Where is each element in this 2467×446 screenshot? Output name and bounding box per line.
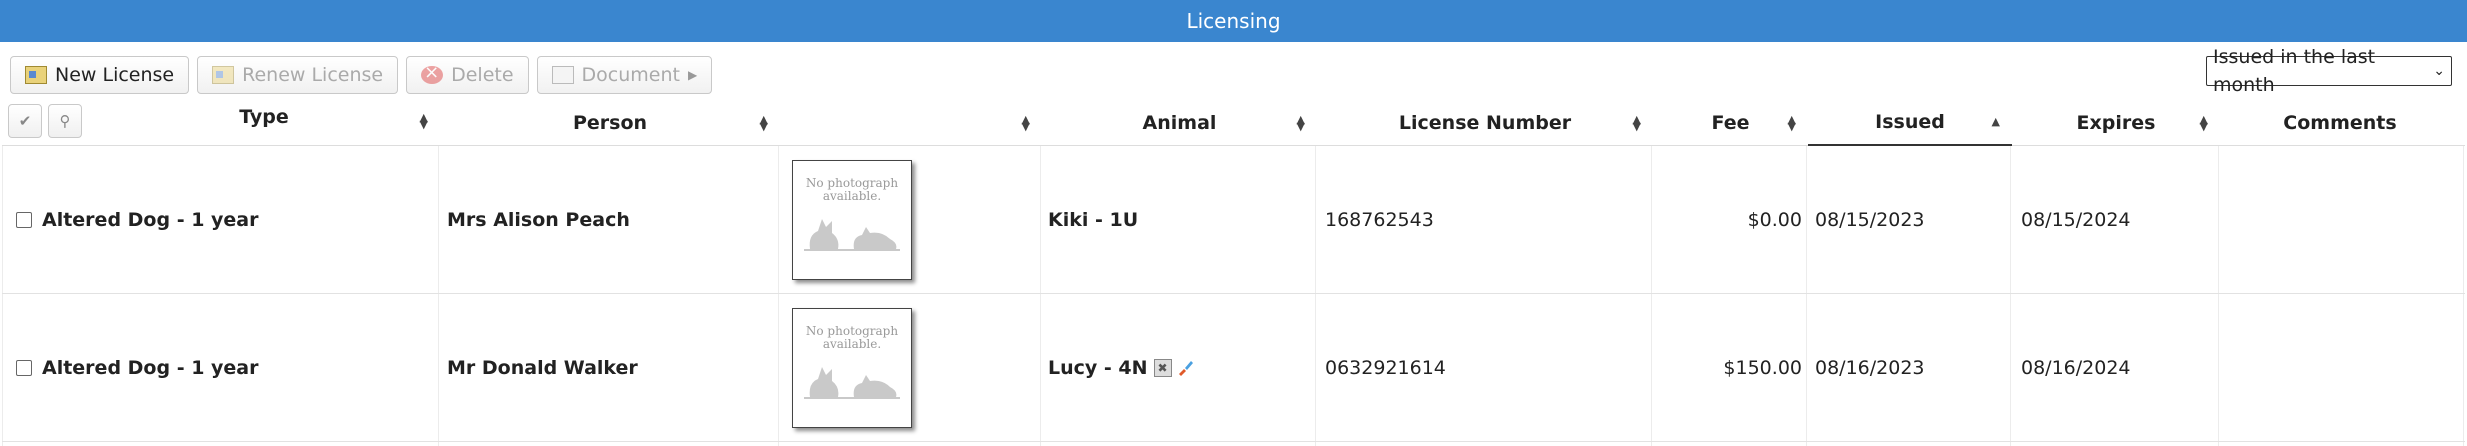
column-license-number-label: License Number xyxy=(1398,112,1572,134)
column-type-label: Type xyxy=(239,106,289,128)
expires-cell: 08/15/2024 xyxy=(2021,208,2131,231)
no-photo-line2: available. xyxy=(822,188,882,203)
issued-cell: 08/16/2023 xyxy=(1815,356,1925,379)
type-cell: Altered Dog - 1 year xyxy=(16,146,259,293)
animal-value: Kiki - 1U xyxy=(1048,208,1139,231)
animal-cell[interactable]: Kiki - 1U xyxy=(1048,146,1138,293)
delete-button[interactable]: Delete xyxy=(406,56,529,94)
column-animal-label: Animal xyxy=(1142,112,1217,134)
license-icon xyxy=(212,66,235,84)
license-number-cell: 0632921614 xyxy=(1325,356,1446,379)
toolbar: New License Renew License Delete Documen… xyxy=(10,56,713,94)
table-row[interactable]: Altered Dog - 1 year Mrs Alison Peach No… xyxy=(2,146,2465,294)
search-button[interactable]: ⚲ xyxy=(48,104,82,138)
column-comments-label: Comments xyxy=(2283,112,2397,134)
row-checkbox[interactable] xyxy=(16,211,32,228)
sort-icon: ▲ ▼ xyxy=(1787,113,1796,133)
sort-icon: ▲ ▼ xyxy=(419,111,428,131)
column-comments[interactable]: Comments xyxy=(2220,100,2460,146)
sort-ascending-icon: ▲ xyxy=(1991,115,2000,128)
animal-cell[interactable]: Lucy - 4N ✖ xyxy=(1048,294,1194,441)
photo-cell: No photograph available. xyxy=(792,146,912,293)
row-checkbox[interactable] xyxy=(16,359,32,376)
expires-cell: 08/16/2024 xyxy=(2021,356,2131,379)
select-all-button[interactable]: ✔ xyxy=(8,104,42,138)
document-icon xyxy=(551,66,574,84)
new-license-label: New License xyxy=(55,64,175,86)
delete-label: Delete xyxy=(451,64,514,86)
new-license-button[interactable]: New License xyxy=(10,56,190,94)
type-value: Altered Dog - 1 year xyxy=(42,356,259,379)
column-fee[interactable]: Fee ▲ ▼ xyxy=(1653,100,1808,146)
license-number-cell: 168762543 xyxy=(1325,208,1434,231)
fee-cell: $150.00 xyxy=(1723,356,1802,379)
table-row[interactable]: Altered Dog - 1 year Mr Donald Walker No… xyxy=(2,294,2465,442)
column-type[interactable]: Type ▲ ▼ xyxy=(88,100,440,146)
sort-icon: ▲ ▼ xyxy=(1021,113,1030,133)
paintbrush-icon xyxy=(1178,360,1193,376)
no-photo-line1: No photograph xyxy=(805,175,899,190)
table-header: ✔ ⚲ Type ▲ ▼ Person ▲ ▼ ▲ ▼ Animal ▲ ▼ Licen… xyxy=(2,100,2465,146)
animal-value: Lucy - 4N xyxy=(1048,356,1148,379)
check-icon: ✔ xyxy=(18,112,32,130)
delete-icon xyxy=(421,62,444,84)
sort-icon: ▲ ▼ xyxy=(1632,113,1641,133)
document-label: Document xyxy=(581,64,680,86)
document-button[interactable]: Document ▶ xyxy=(536,56,713,94)
no-photo-placeholder: No photograph available. xyxy=(792,159,912,280)
column-person[interactable]: Person ▲ ▼ xyxy=(440,100,780,146)
photo-cell: No photograph available. xyxy=(792,294,912,441)
search-icon: ⚲ xyxy=(59,112,71,130)
issued-cell: 08/15/2023 xyxy=(1815,208,1925,231)
no-photo-line1: No photograph xyxy=(805,323,899,338)
no-photo-placeholder: No photograph available. xyxy=(792,307,912,428)
fee-cell: $0.00 xyxy=(1747,208,1802,231)
sort-icon: ▲ ▼ xyxy=(2199,113,2208,133)
type-value: Altered Dog - 1 year xyxy=(42,208,259,231)
caret-right-icon: ▶ xyxy=(687,68,698,82)
column-photo[interactable]: ▲ ▼ xyxy=(780,100,1042,146)
type-cell: Altered Dog - 1 year xyxy=(16,294,259,441)
column-expires-label: Expires xyxy=(2076,112,2156,134)
sort-icon: ▲ ▼ xyxy=(1296,113,1305,133)
column-person-label: Person xyxy=(572,112,648,134)
renew-license-label: Renew License xyxy=(242,64,384,86)
column-license-number[interactable]: License Number ▲ ▼ xyxy=(1317,100,1653,146)
column-fee-label: Fee xyxy=(1711,112,1750,134)
chevron-down-icon: ⌄ xyxy=(2433,63,2445,79)
no-photo-line2: available. xyxy=(822,336,882,351)
license-icon xyxy=(25,66,47,84)
cat-dog-silhouette-icon xyxy=(804,366,900,399)
column-issued[interactable]: Issued ▲ xyxy=(1808,100,2012,146)
license-table: ✔ ⚲ Type ▲ ▼ Person ▲ ▼ ▲ ▼ Animal ▲ ▼ Licen… xyxy=(2,100,2465,446)
column-issued-label: Issued xyxy=(1875,111,1945,133)
column-animal[interactable]: Animal ▲ ▼ xyxy=(1042,100,1317,146)
date-filter-select[interactable]: Issued in the last month ⌄ xyxy=(2206,46,2452,96)
cat-dog-silhouette-icon xyxy=(804,218,900,251)
date-filter-value: Issued in the last month xyxy=(2213,46,2376,96)
column-expires[interactable]: Expires ▲ ▼ xyxy=(2012,100,2220,146)
sort-icon: ▲ ▼ xyxy=(759,113,768,133)
not-for-adoption-icon: ✖ xyxy=(1153,358,1172,377)
renew-license-button[interactable]: Renew License xyxy=(197,56,399,94)
person-cell[interactable]: Mrs Alison Peach xyxy=(447,146,630,293)
person-cell[interactable]: Mr Donald Walker xyxy=(447,294,638,441)
window-title: Licensing xyxy=(0,0,2467,42)
